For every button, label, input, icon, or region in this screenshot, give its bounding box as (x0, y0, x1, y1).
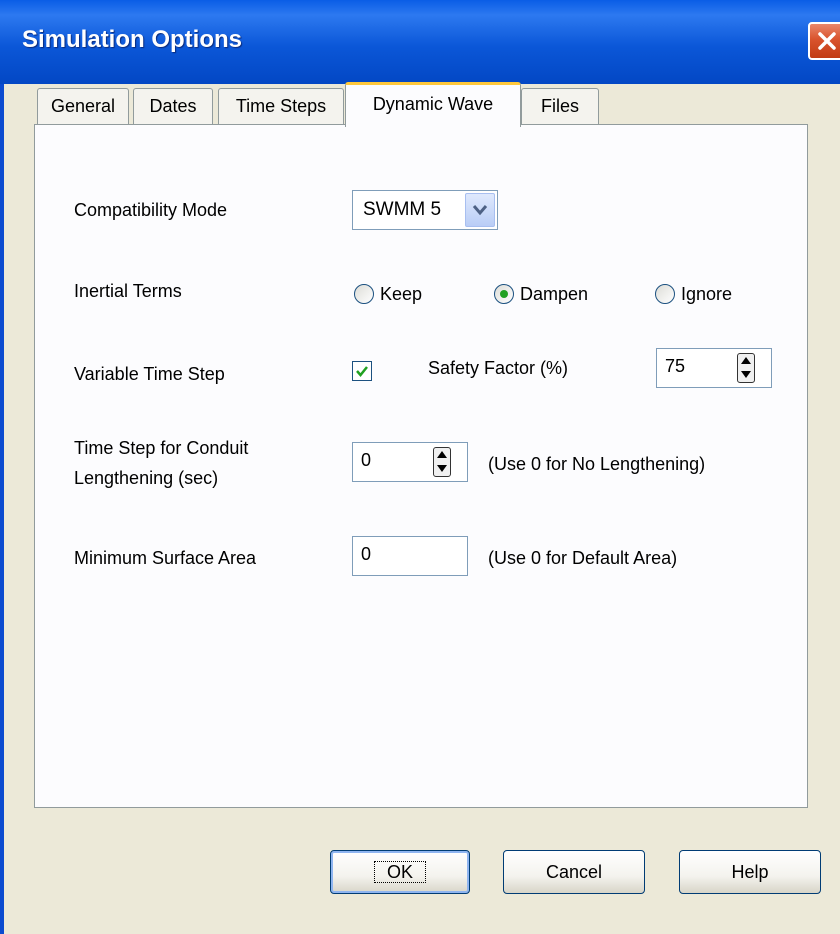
chevron-down-icon (472, 205, 488, 216)
compatibility-mode-select[interactable]: SWMM 5 (352, 190, 498, 230)
safety-factor-input[interactable]: 75 (656, 348, 772, 388)
ok-button[interactable]: OK (330, 850, 470, 894)
radio-dampen[interactable] (494, 284, 514, 304)
radio-keep[interactable] (354, 284, 374, 304)
ok-button-label: OK (373, 861, 426, 883)
safety-factor-label: Safety Factor (%) (428, 358, 569, 378)
safety-factor-value: 75 (665, 356, 686, 376)
variable-time-step-label: Variable Time Step (74, 364, 225, 384)
tab-dynamic-wave[interactable]: Dynamic Wave (345, 82, 521, 127)
min-surface-area-input[interactable]: 0 (352, 536, 468, 576)
dropdown-button[interactable] (465, 193, 495, 227)
radio-ignore[interactable] (655, 284, 675, 304)
min-surface-area-hint: (Use 0 for Default Area) (488, 548, 678, 568)
help-button[interactable]: Help (679, 850, 821, 894)
tab-time-steps[interactable]: Time Steps (218, 88, 344, 124)
conduit-lengthening-label-line1: Time Step for Conduit (74, 438, 249, 458)
min-surface-area-label: Minimum Surface Area (74, 548, 257, 568)
tab-dates[interactable]: Dates (133, 88, 213, 124)
title-bar[interactable]: Simulation Options (0, 0, 840, 84)
conduit-lengthening-value: 0 (361, 450, 372, 470)
conduit-lengthening-hint: (Use 0 for No Lengthening) (488, 454, 706, 474)
tab-files[interactable]: Files (521, 88, 599, 124)
checkmark-icon (356, 366, 368, 377)
conduit-lengthening-spinner[interactable] (433, 447, 451, 477)
conduit-lengthening-label-line2: Lengthening (sec) (74, 468, 219, 488)
min-surface-area-value: 0 (361, 544, 372, 564)
radio-keep-label: Keep (380, 284, 423, 304)
conduit-lengthening-input[interactable]: 0 (352, 442, 468, 482)
close-icon (818, 32, 836, 50)
cancel-button[interactable]: Cancel (503, 850, 645, 894)
inertial-terms-label: Inertial Terms (74, 281, 182, 301)
close-button[interactable] (808, 22, 840, 60)
compatibility-mode-label: Compatibility Mode (74, 200, 228, 220)
window-border (0, 84, 4, 934)
compatibility-mode-value: SWMM 5 (363, 199, 442, 220)
radio-dampen-label: Dampen (520, 284, 589, 304)
safety-factor-spinner[interactable] (737, 353, 755, 383)
variable-time-step-checkbox[interactable] (352, 361, 372, 381)
simulation-options-dialog: Simulation Options General Dates Time St… (0, 0, 840, 934)
radio-ignore-label: Ignore (681, 284, 733, 304)
tab-general[interactable]: General (37, 88, 129, 124)
window-title: Simulation Options (22, 26, 242, 53)
